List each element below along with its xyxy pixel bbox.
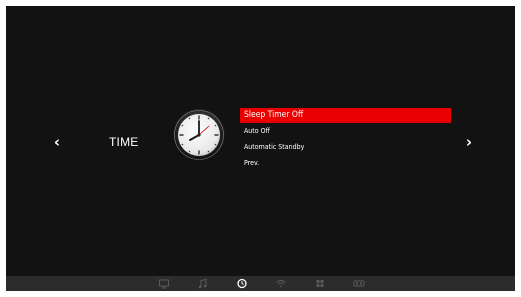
clock-illustration: [172, 108, 226, 162]
music-icon[interactable]: [196, 277, 210, 290]
menu-item-sleep-timer[interactable]: Sleep Timer Off: [240, 108, 451, 123]
next-category-arrow[interactable]: ›: [462, 134, 476, 150]
apps-icon[interactable]: [313, 277, 327, 290]
previous-category-arrow[interactable]: ‹: [50, 134, 64, 150]
analog-clock-icon: [173, 109, 225, 161]
clock-icon[interactable]: [235, 277, 249, 290]
category-title: TIME: [109, 135, 139, 149]
input-source-icon[interactable]: [352, 277, 366, 290]
menu-item-auto-off[interactable]: Auto Off: [240, 123, 451, 139]
category-bar: [6, 276, 515, 291]
wifi-icon[interactable]: [274, 277, 288, 290]
time-options-menu: Sleep Timer Off Auto Off Automatic Stand…: [240, 108, 451, 171]
tv-icon[interactable]: [157, 277, 171, 290]
menu-item-prev[interactable]: Prev.: [240, 155, 451, 171]
menu-item-automatic-standby[interactable]: Automatic Standby: [240, 139, 451, 155]
tv-menu-screen: ‹ TIME Sleep Timer Off Auto Off Automati…: [6, 6, 515, 291]
